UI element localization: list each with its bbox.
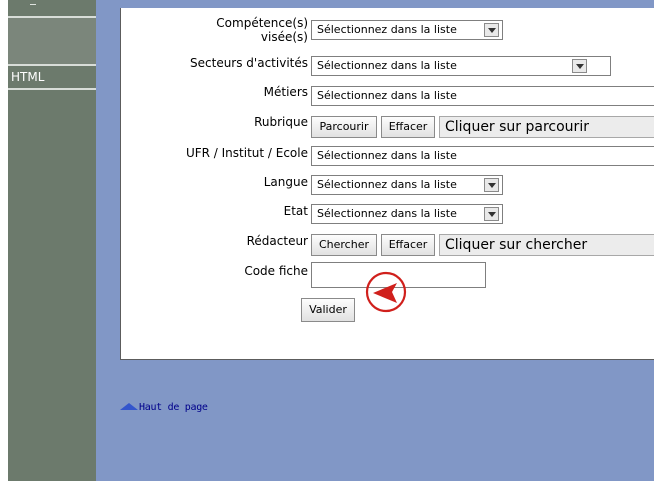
select-value: Sélectionnez dans la liste [317, 207, 457, 220]
submit-button[interactable]: Valider [301, 298, 355, 322]
field-label-rubrique: Rubrique [254, 115, 308, 129]
search-form: Compétence(s) visée(s) Sélectionnez dans… [120, 8, 654, 360]
select-value: Sélectionnez dans la liste [317, 89, 457, 102]
sidebar-divider [8, 64, 96, 66]
author-display: Cliquer sur chercher [439, 234, 654, 256]
browse-button[interactable]: Parcourir [311, 116, 377, 138]
select-value: Sélectionnez dans la liste [317, 59, 457, 72]
clear-rubrique-button[interactable]: Effacer [381, 116, 435, 138]
select-secteurs[interactable]: Sélectionnez dans la liste [311, 56, 611, 76]
select-etat[interactable]: Sélectionnez dans la liste [311, 204, 503, 224]
field-label-etat: Etat [283, 204, 308, 218]
back-to-top-label: Haut de page [139, 402, 208, 413]
clear-author-button[interactable]: Effacer [381, 234, 435, 256]
field-label-ufr: UFR / Institut / Ecole [185, 146, 308, 160]
chevron-down-icon[interactable] [484, 178, 499, 192]
select-value: Sélectionnez dans la liste [317, 23, 457, 36]
field-label-metiers: Métiers [263, 85, 308, 99]
select-langue[interactable]: Sélectionnez dans la liste [311, 175, 503, 195]
back-to-top-link[interactable]: Haut de page [120, 402, 208, 413]
chevron-down-icon[interactable] [572, 59, 587, 73]
field-label-secteurs: Secteurs d'activités [190, 56, 308, 70]
search-author-button[interactable]: Chercher [311, 234, 377, 256]
select-competences[interactable]: Sélectionnez dans la liste [311, 20, 503, 40]
sidebar: HTML [8, 0, 96, 481]
chevron-down-icon[interactable] [484, 207, 499, 221]
select-metiers[interactable]: Sélectionnez dans la liste [311, 86, 654, 106]
field-label-code-fiche: Code fiche [244, 264, 308, 278]
sidebar-divider [8, 88, 96, 90]
field-label-competences: Compétence(s) visée(s) [216, 16, 308, 44]
field-label-redacteur: Rédacteur [246, 234, 308, 248]
select-ufr[interactable]: Sélectionnez dans la liste [311, 146, 654, 166]
sidebar-item-html[interactable]: HTML [11, 70, 44, 84]
sidebar-stub [8, 0, 38, 8]
field-label-langue: Langue [263, 175, 308, 189]
rubrique-display: Cliquer sur parcourir [439, 116, 654, 138]
chevron-down-icon[interactable] [484, 23, 499, 37]
select-value: Sélectionnez dans la liste [317, 178, 457, 191]
sidebar-block [8, 18, 96, 64]
arrow-up-icon [120, 403, 138, 410]
cursor-marker-icon [365, 271, 407, 313]
select-value: Sélectionnez dans la liste [317, 149, 457, 162]
